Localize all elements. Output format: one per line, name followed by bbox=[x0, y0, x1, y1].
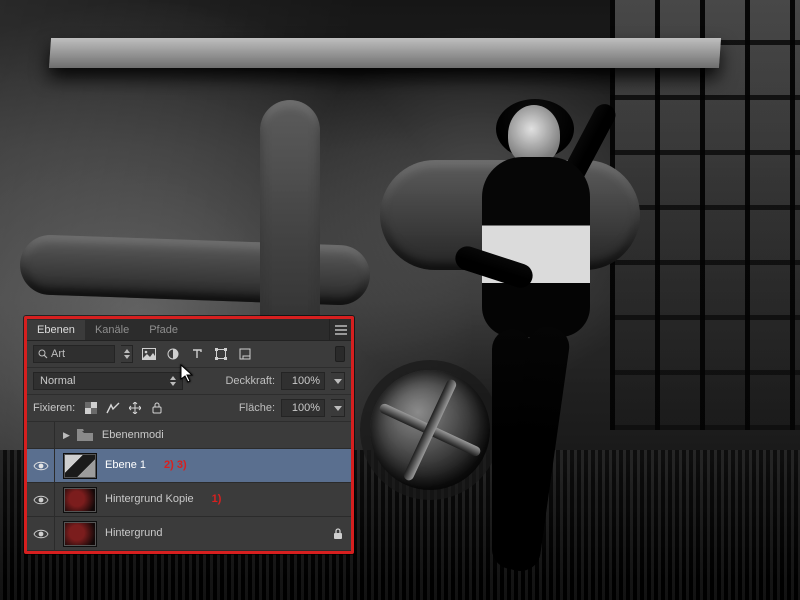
disclosure-triangle-icon[interactable]: ▶ bbox=[63, 431, 70, 440]
chevron-updown-icon bbox=[170, 376, 176, 386]
opacity-label: Deckkraft: bbox=[225, 376, 275, 387]
lock-image-icon[interactable] bbox=[105, 400, 121, 416]
folder-icon bbox=[76, 428, 94, 442]
lock-label: Fixieren: bbox=[33, 403, 75, 414]
layer-name: Ebene 1 bbox=[105, 460, 146, 471]
filter-kind-select[interactable]: Art bbox=[33, 345, 115, 363]
layer-list: ▶ Ebenenmodi Ebene 1 2) 3) bbox=[27, 422, 351, 551]
visibility-toggle[interactable] bbox=[27, 449, 55, 482]
blend-mode-select[interactable]: Normal bbox=[33, 372, 183, 390]
filter-row: Art bbox=[27, 341, 351, 368]
layer-row[interactable]: Hintergrund Kopie 1) bbox=[27, 483, 351, 517]
model-figure bbox=[430, 105, 640, 575]
tab-paths[interactable]: Pfade bbox=[139, 320, 188, 340]
lock-all-icon[interactable] bbox=[149, 400, 165, 416]
blend-row: Normal Deckkraft: 100% bbox=[27, 368, 351, 395]
layer-thumbnail[interactable] bbox=[63, 521, 97, 547]
filter-shape-icon[interactable] bbox=[211, 345, 231, 363]
layer-name: Ebenenmodi bbox=[102, 430, 164, 441]
layer-name: Hintergrund bbox=[105, 528, 162, 539]
filter-smart-icon[interactable] bbox=[235, 345, 255, 363]
layer-group-row[interactable]: ▶ Ebenenmodi bbox=[27, 422, 351, 449]
filter-type-icon[interactable] bbox=[187, 345, 207, 363]
annotation-overlay: 1) bbox=[212, 494, 222, 505]
lock-icons bbox=[83, 400, 165, 416]
lock-row: Fixieren: Fläche: 100% bbox=[27, 395, 351, 422]
lock-position-icon[interactable] bbox=[127, 400, 143, 416]
filter-kind-caret[interactable] bbox=[121, 345, 133, 363]
visibility-toggle[interactable] bbox=[27, 517, 55, 550]
visibility-toggle[interactable] bbox=[27, 483, 55, 516]
fill-value[interactable]: 100% bbox=[281, 399, 325, 417]
shelf bbox=[49, 38, 721, 68]
lock-transparency-icon[interactable] bbox=[83, 400, 99, 416]
blend-mode-value: Normal bbox=[40, 376, 75, 387]
layer-thumbnail[interactable] bbox=[63, 453, 97, 479]
layer-row[interactable]: Ebene 1 2) 3) bbox=[27, 449, 351, 483]
layers-panel: Ebenen Kanäle Pfade Art bbox=[27, 319, 351, 551]
eye-icon bbox=[33, 528, 49, 540]
opacity-value[interactable]: 100% bbox=[281, 372, 325, 390]
filter-adjustment-icon[interactable] bbox=[163, 345, 183, 363]
panel-tabs: Ebenen Kanäle Pfade bbox=[27, 319, 351, 341]
filter-pixel-icon[interactable] bbox=[139, 345, 159, 363]
eye-icon bbox=[33, 460, 49, 472]
filter-kind-label: Art bbox=[51, 349, 65, 360]
opacity-caret[interactable] bbox=[331, 372, 345, 390]
fill-label: Fläche: bbox=[239, 403, 275, 414]
layer-name: Hintergrund Kopie bbox=[105, 494, 194, 505]
annotation-overlay: 2) 3) bbox=[164, 460, 187, 471]
tab-channels[interactable]: Kanäle bbox=[85, 320, 139, 340]
search-icon bbox=[38, 349, 48, 359]
layer-thumbnail[interactable] bbox=[63, 487, 97, 513]
layers-panel-highlight: Ebenen Kanäle Pfade Art bbox=[24, 316, 354, 554]
visibility-toggle[interactable] bbox=[27, 422, 55, 448]
panel-menu-button[interactable] bbox=[329, 319, 351, 340]
filter-toggle[interactable] bbox=[335, 346, 345, 362]
eye-icon bbox=[33, 494, 49, 506]
tab-layers[interactable]: Ebenen bbox=[27, 320, 85, 340]
fill-caret[interactable] bbox=[331, 399, 345, 417]
lock-icon bbox=[333, 528, 343, 540]
layer-row[interactable]: Hintergrund bbox=[27, 517, 351, 551]
